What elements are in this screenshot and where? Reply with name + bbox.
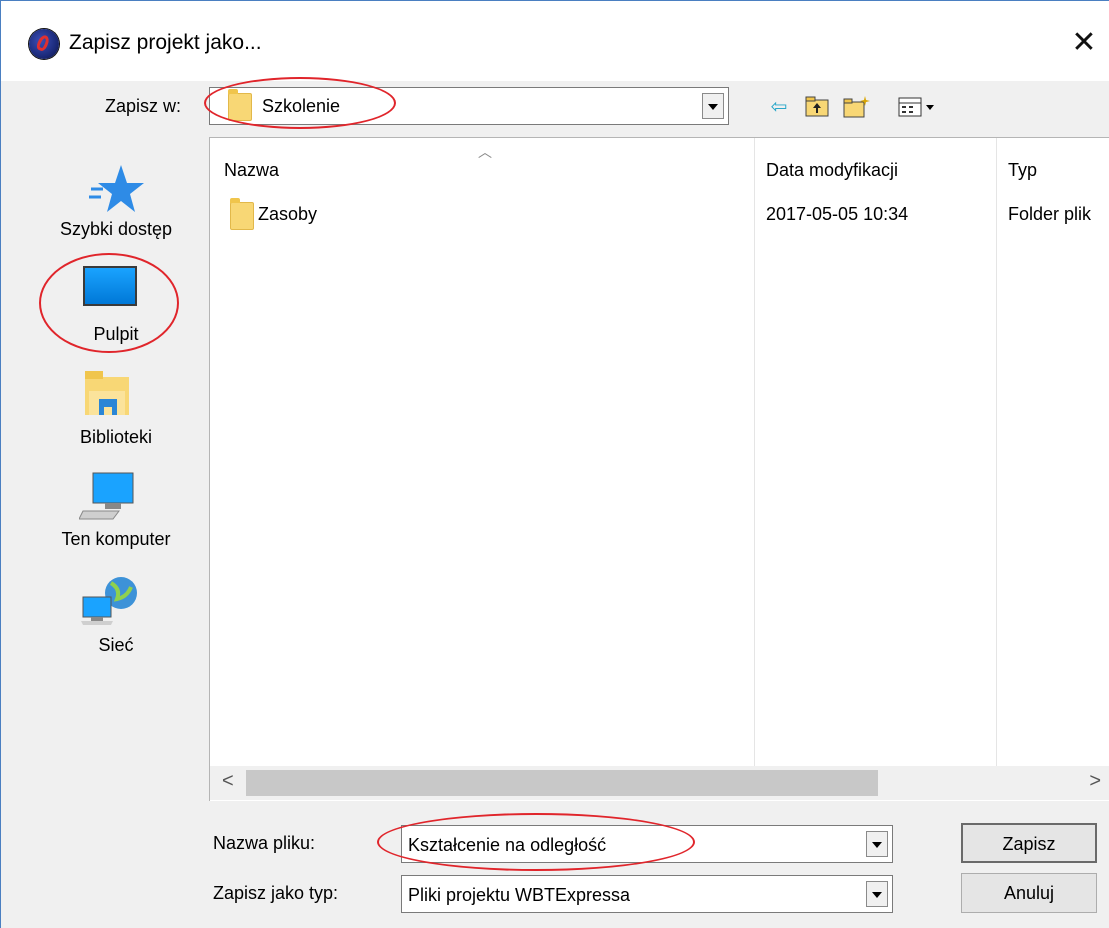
- scrollbar-thumb[interactable]: [246, 770, 878, 796]
- annotation-ellipse: [39, 253, 179, 353]
- filename-label: Nazwa pliku:: [213, 833, 316, 853]
- dialog-title: Zapisz projekt jako...: [69, 31, 262, 54]
- chevron-down-icon[interactable]: [866, 881, 888, 907]
- column-header-type[interactable]: Typ: [1008, 160, 1037, 181]
- column-divider: [754, 138, 755, 766]
- close-button[interactable]: ✕: [1064, 23, 1104, 63]
- place-label: Ten komputer: [61, 529, 171, 549]
- quick-access-star-icon: [89, 165, 144, 212]
- network-icon: [81, 577, 137, 625]
- filetype-value: Pliki projektu WBTExpressa: [408, 885, 631, 905]
- annotation-ellipse: [204, 77, 396, 129]
- file-modified: 2017-05-05 10:34: [766, 204, 909, 224]
- chevron-down-icon[interactable]: [702, 93, 724, 119]
- libraries-icon: [85, 371, 129, 415]
- horizontal-scrollbar[interactable]: < >: [210, 766, 1109, 800]
- scroll-right-button[interactable]: >: [1089, 770, 1101, 793]
- place-label: Sieć: [98, 635, 134, 655]
- new-folder-icon[interactable]: [843, 95, 871, 119]
- file-type: Folder plik: [1008, 204, 1092, 224]
- annotation-ellipse: [377, 813, 695, 871]
- place-label: Biblioteki: [79, 427, 153, 447]
- column-header-modified[interactable]: Data modyfikacji: [766, 160, 898, 181]
- title-bar: Zapisz projekt jako... ✕: [1, 1, 1109, 81]
- filetype-select[interactable]: Pliki projektu WBTExpressa: [401, 875, 893, 913]
- places-bar: Szybki dostęp Pulpit Biblioteki Ten komp: [31, 141, 201, 681]
- scroll-left-button[interactable]: <: [222, 770, 234, 793]
- folder-icon: [230, 198, 254, 230]
- save-dialog: Zapisz projekt jako... ✕ Zapisz w: Szkol…: [0, 0, 1109, 928]
- computer-icon: [79, 472, 134, 520]
- column-header-name[interactable]: Nazwa: [224, 160, 279, 181]
- list-item[interactable]: Zasoby 2017-05-05 10:34 Folder plik: [210, 196, 1109, 230]
- file-name: Zasoby: [258, 204, 318, 224]
- place-network[interactable]: Sieć: [31, 575, 201, 675]
- save-in-label: Zapisz w:: [105, 96, 182, 116]
- cancel-button[interactable]: Anuluj: [961, 873, 1097, 913]
- place-libraries[interactable]: Biblioteki: [31, 369, 201, 469]
- app-icon: [29, 29, 59, 59]
- place-this-pc[interactable]: Ten komputer: [31, 471, 201, 571]
- view-menu-icon[interactable]: [895, 95, 945, 119]
- chevron-down-icon[interactable]: [866, 831, 888, 857]
- file-list[interactable]: ︿ Nazwa Data modyfikacji Typ Zasoby 2017…: [209, 137, 1109, 801]
- back-icon[interactable]: ⇦: [765, 95, 793, 119]
- column-divider: [996, 138, 997, 766]
- up-folder-icon[interactable]: [803, 95, 831, 119]
- sort-ascending-icon: ︿: [478, 144, 492, 160]
- place-label: Szybki dostęp: [59, 219, 173, 239]
- filetype-label: Zapisz jako typ:: [213, 883, 339, 903]
- save-button[interactable]: Zapisz: [961, 823, 1097, 863]
